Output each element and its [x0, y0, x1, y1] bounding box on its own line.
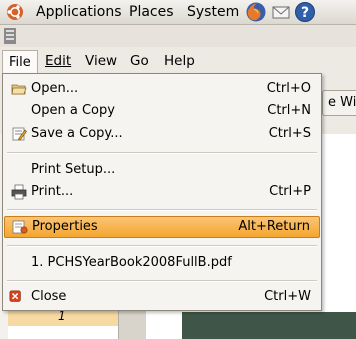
- menu-help[interactable]: Help: [164, 53, 195, 69]
- file-menu: Open... Ctrl+O Open a Copy Ctrl+N Save a…: [2, 73, 322, 311]
- applications-menu[interactable]: Applications: [36, 4, 122, 20]
- folder-open-icon: [11, 84, 27, 95]
- mail-icon[interactable]: [270, 1, 292, 23]
- menu-edit-label: Edit: [45, 53, 72, 69]
- menu-item-label: Close: [31, 289, 67, 304]
- window-title-strip: [0, 25, 356, 47]
- menu-separator: [7, 280, 317, 282]
- document-viewer-icon: [4, 28, 16, 44]
- printer-icon: [11, 184, 27, 200]
- properties-icon: [12, 220, 28, 234]
- menu-separator: [7, 245, 317, 247]
- menubar: Edit View Go Help: [0, 47, 356, 75]
- page-photo: [182, 312, 356, 339]
- menu-item-print-setup[interactable]: Print Setup...: [3, 159, 321, 181]
- menu-separator: [7, 152, 317, 154]
- top-panel: Applications Places System ?: [0, 0, 356, 25]
- firefox-icon[interactable]: [245, 1, 267, 23]
- menu-item-print[interactable]: Print... Ctrl+P: [3, 181, 321, 203]
- menu-separator: [7, 209, 317, 211]
- menu-item-accel: Ctrl+P: [269, 184, 311, 199]
- thumbnail-page[interactable]: [8, 326, 118, 339]
- save-copy-icon: [12, 127, 27, 141]
- menu-item-open-copy[interactable]: Open a Copy Ctrl+N: [3, 100, 321, 122]
- menu-item-label: Properties: [32, 219, 98, 234]
- menu-file[interactable]: File: [2, 50, 38, 73]
- system-menu[interactable]: System: [187, 4, 239, 20]
- toolbar-fit-width-button[interactable]: e Wid: [322, 90, 356, 116]
- menu-item-recent-file[interactable]: 1. PCHSYearBook2008FullB.pdf: [3, 252, 321, 274]
- close-icon: [9, 290, 21, 302]
- menu-item-label: Print...: [31, 184, 74, 199]
- menu-view[interactable]: View: [85, 53, 117, 69]
- menu-edit[interactable]: Edit: [45, 53, 71, 69]
- menu-view-label: View: [85, 53, 118, 69]
- menu-item-save-copy[interactable]: Save a Copy... Ctrl+S: [3, 123, 321, 145]
- menu-item-label: Open a Copy: [31, 103, 115, 118]
- menu-item-label: Save a Copy...: [31, 126, 123, 141]
- menu-item-close[interactable]: Close Ctrl+W: [3, 286, 321, 308]
- menu-item-label: 1. PCHSYearBook2008FullB.pdf: [31, 255, 232, 270]
- places-menu[interactable]: Places: [129, 4, 174, 20]
- svg-text:?: ?: [301, 5, 309, 21]
- menu-item-accel: Ctrl+W: [264, 289, 311, 304]
- ubuntu-logo-icon[interactable]: [6, 3, 24, 21]
- menu-item-properties[interactable]: Properties Alt+Return: [4, 216, 320, 238]
- page-margin: [323, 134, 356, 324]
- help-icon[interactable]: ?: [294, 1, 316, 23]
- thumbnail-page-label: 1: [58, 309, 66, 323]
- menu-item-accel: Ctrl+S: [268, 126, 311, 141]
- menu-item-open[interactable]: Open... Ctrl+O: [3, 78, 321, 100]
- menu-item-label: Open...: [31, 81, 79, 96]
- menu-help-label: Help: [164, 53, 195, 69]
- menu-item-accel: Alt+Return: [238, 219, 310, 234]
- menu-file-label: File: [9, 55, 31, 70]
- menu-item-accel: Ctrl+N: [267, 103, 311, 118]
- menu-go-label: Go: [130, 53, 149, 69]
- menu-item-label: Print Setup...: [31, 162, 116, 177]
- menu-go[interactable]: Go: [130, 53, 149, 69]
- menu-item-accel: Ctrl+O: [266, 81, 311, 96]
